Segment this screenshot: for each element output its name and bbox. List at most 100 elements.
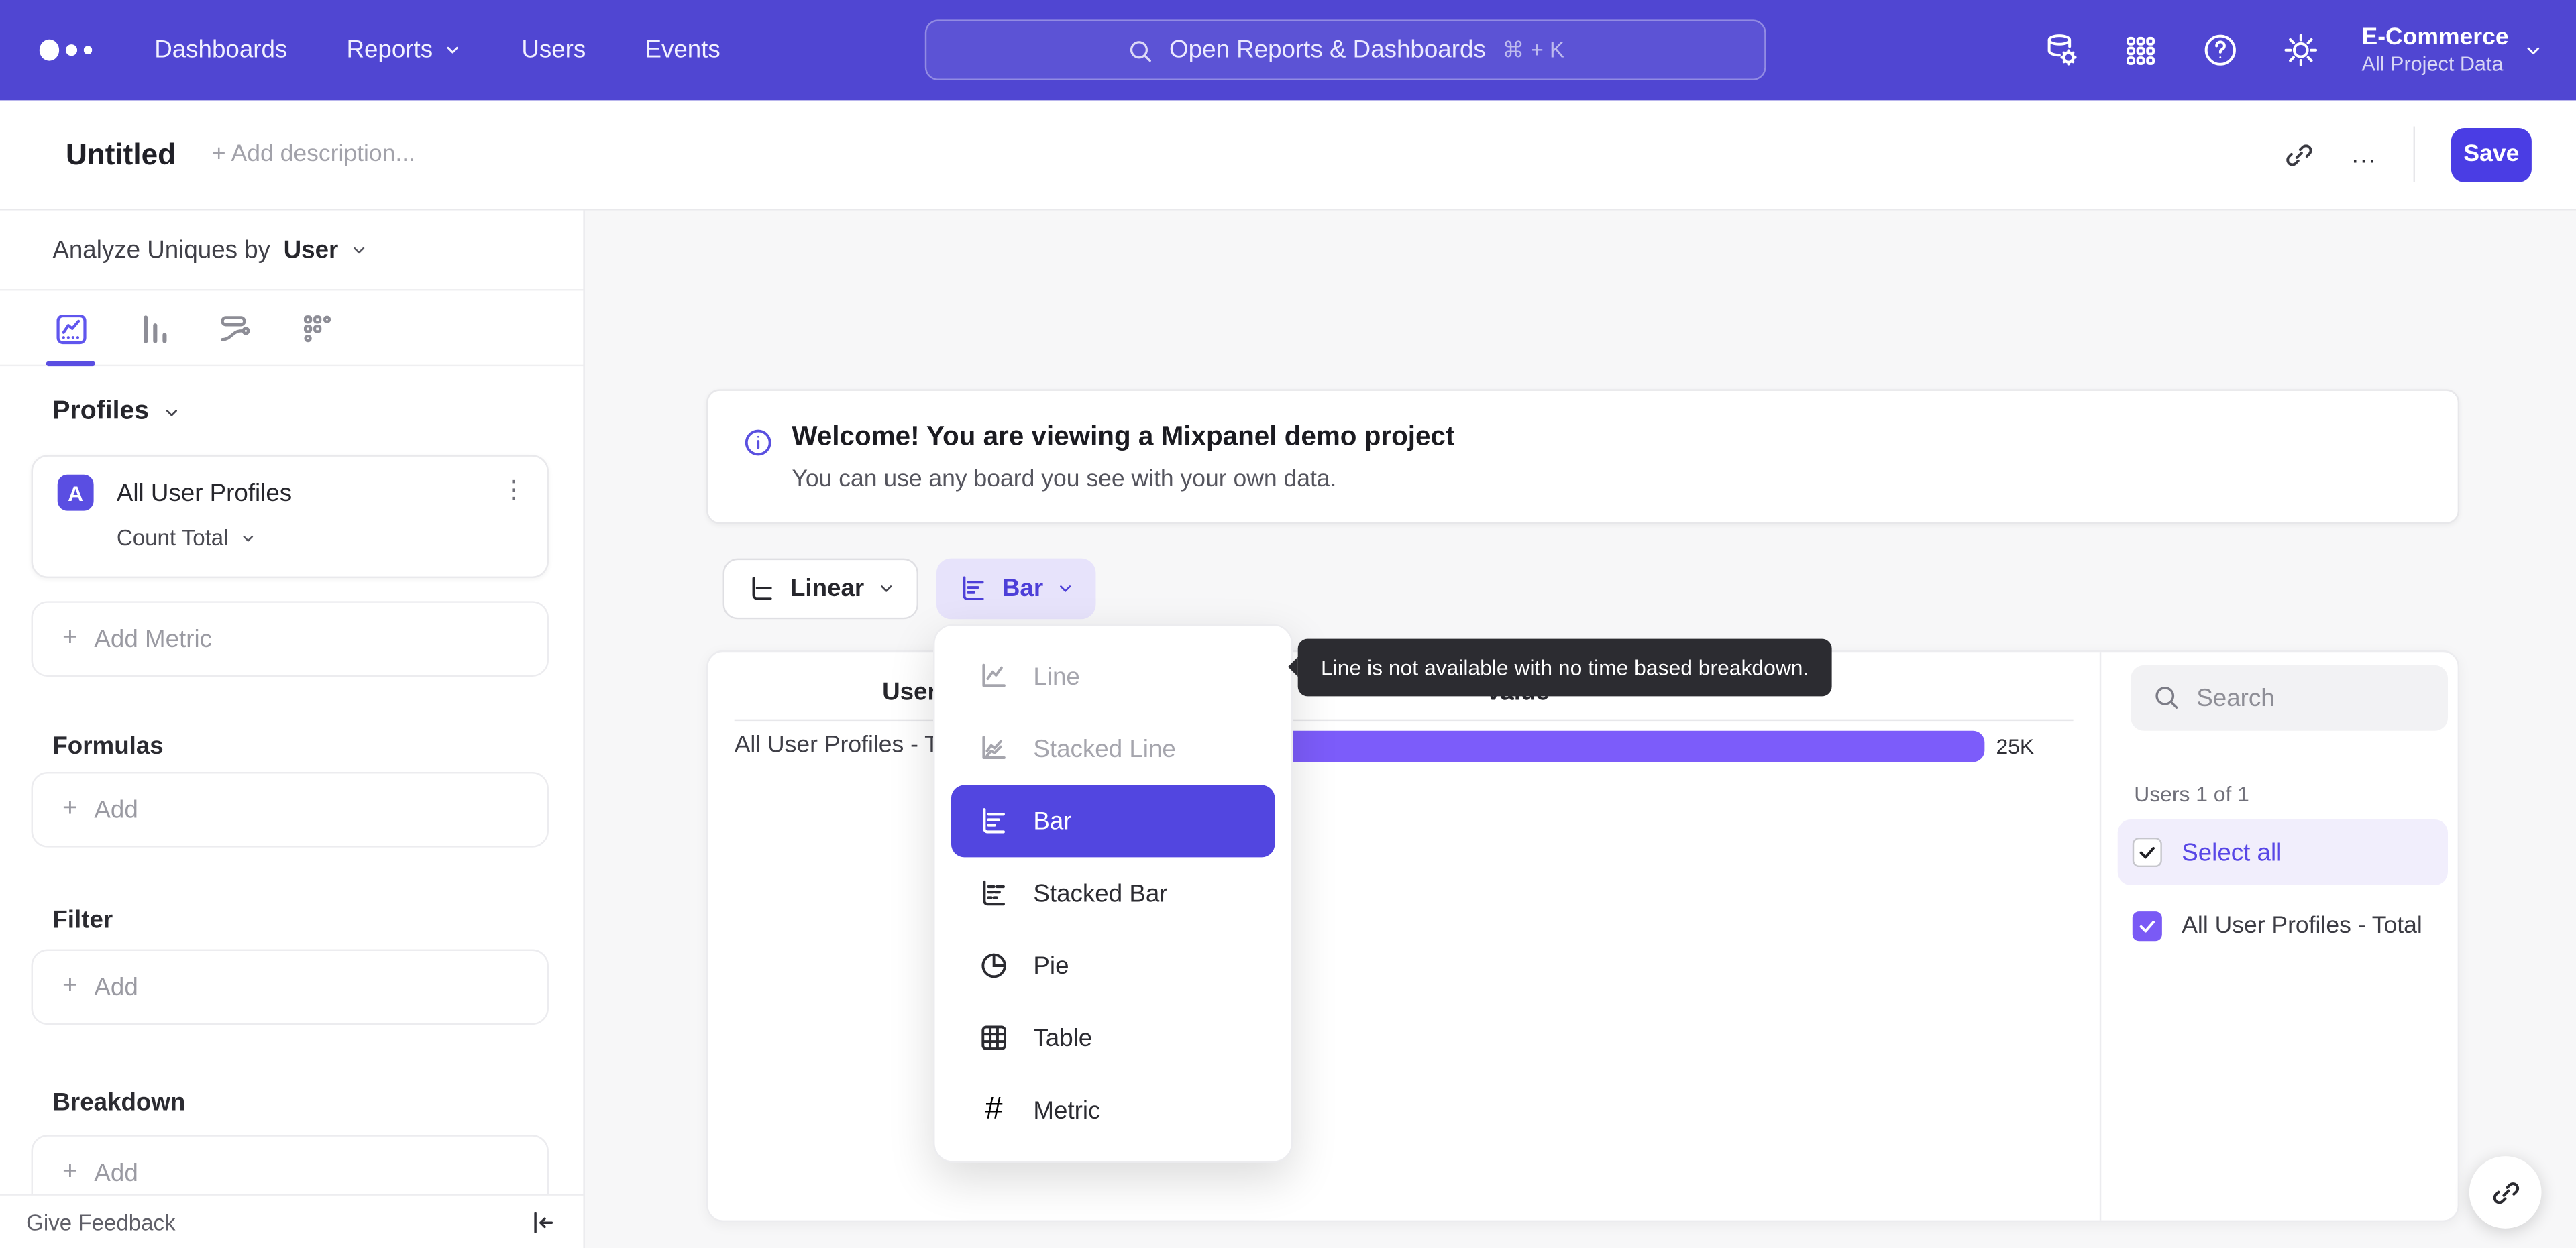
legend-search-input[interactable] (2131, 665, 2448, 731)
line-disabled-tooltip: Line is not available with no time based… (1288, 638, 1832, 697)
metric-badge: A (57, 474, 94, 511)
nav-item-reports[interactable]: Reports (346, 36, 462, 64)
add-description-field[interactable]: + Add description... (212, 141, 415, 168)
scale-selector-button[interactable]: Linear (722, 558, 919, 620)
project-name: E-Commerce (2361, 23, 2509, 51)
add-formula-button[interactable]: + Add (31, 772, 549, 848)
report-canvas: Welcome! You are viewing a Mixpanel demo… (586, 210, 2576, 1248)
menu-item-table[interactable]: Table (951, 1002, 1275, 1074)
info-icon (743, 427, 774, 459)
metric-card[interactable]: A All User Profiles ⋮ Count Total (31, 455, 549, 579)
settings-gear-icon[interactable] (2282, 32, 2319, 69)
chevron-down-icon (240, 530, 256, 546)
chevron-down-icon (1057, 579, 1075, 598)
nav-item-users[interactable]: Users (521, 36, 586, 64)
aggregation-selector[interactable]: Count Total (116, 525, 256, 551)
series-checkbox[interactable] (2132, 911, 2162, 942)
project-info: E-Commerce All Project Data (2362, 22, 2509, 78)
banner-subtitle: You can use any board you see with your … (792, 466, 1337, 493)
sidebar-footer: Give Feedback (0, 1194, 584, 1248)
plus-icon: + (62, 972, 78, 1001)
save-button[interactable]: Save (2451, 127, 2532, 182)
demo-banner: Welcome! You are viewing a Mixpanel demo… (706, 389, 2460, 524)
stacked-line-chart-icon (977, 732, 1010, 765)
tooltip-text: Line is not available with no time based… (1320, 655, 1809, 680)
global-search[interactable]: Open Reports & Dashboards ⌘ + K (924, 19, 1766, 81)
select-all-label: Select all (2182, 838, 2282, 866)
more-options-button[interactable]: ... (2352, 140, 2377, 168)
menu-item-bar[interactable]: Bar (951, 785, 1275, 858)
legend-item-row[interactable]: All User Profiles - Total (2118, 893, 2448, 959)
nav-label: Users (521, 36, 586, 64)
metric-name[interactable]: All User Profiles (117, 479, 292, 508)
bar-chart-icon (958, 573, 989, 605)
menu-item-label: Bar (1033, 807, 1072, 836)
analyze-row: Analyze Uniques by User (0, 210, 584, 291)
add-breakdown-label: Add (94, 1158, 138, 1187)
legend-count: Users 1 of 1 (2134, 781, 2249, 807)
report-type-tabs (0, 290, 584, 367)
report-title[interactable]: Untitled (66, 137, 176, 171)
hash-icon: # (985, 1092, 1003, 1127)
menu-item-metric[interactable]: # Metric (951, 1074, 1275, 1147)
plus-icon: + (62, 1157, 78, 1186)
chevron-down-icon (350, 241, 368, 259)
add-formula-label: Add (94, 795, 138, 824)
menu-item-label: Table (1033, 1023, 1093, 1052)
nav-item-events[interactable]: Events (645, 36, 720, 64)
search-icon (1126, 37, 1152, 63)
copy-link-icon[interactable] (2284, 139, 2316, 170)
profiles-section-header[interactable]: Profiles (52, 398, 180, 427)
mixpanel-logo[interactable] (39, 39, 112, 61)
menu-item-stacked-bar[interactable]: Stacked Bar (951, 857, 1275, 929)
chevron-down-icon (162, 403, 180, 421)
project-switcher[interactable]: E-Commerce All Project Data (2362, 22, 2543, 78)
tooltip-arrow (1288, 657, 1298, 677)
link-icon (2489, 1177, 2521, 1208)
add-metric-button[interactable]: + Add Metric (31, 601, 549, 677)
add-metric-label: Add Metric (94, 624, 213, 653)
collapse-sidebar-icon[interactable] (529, 1208, 557, 1236)
query-builder-sidebar: Analyze Uniques by User Profiles A All U… (0, 210, 585, 1248)
give-feedback-link[interactable]: Give Feedback (26, 1210, 175, 1235)
flows-icon (216, 310, 254, 347)
scale-label: Linear (790, 575, 865, 603)
funnels-bars-icon (134, 310, 172, 347)
profiles-header-label: Profiles (52, 397, 150, 426)
add-filter-button[interactable]: + Add (31, 949, 549, 1025)
tab-insights[interactable] (49, 307, 92, 350)
menu-item-pie[interactable]: Pie (951, 929, 1275, 1002)
table-icon (977, 1021, 1010, 1054)
add-filter-label: Add (94, 973, 138, 1001)
tab-funnels[interactable] (131, 307, 174, 350)
menu-item-label: Line (1033, 663, 1080, 691)
select-all-checkbox[interactable] (2132, 837, 2162, 868)
menu-item-stacked-line[interactable]: Stacked Line (951, 713, 1275, 785)
nav-label: Dashboards (154, 36, 288, 64)
nav-right-cluster: E-Commerce All Project Data (2041, 22, 2543, 78)
search-shortcut: ⌘ + K (1502, 37, 1565, 62)
share-link-fab[interactable] (2469, 1156, 2542, 1229)
tab-retention[interactable] (296, 307, 339, 350)
kebab-menu-icon[interactable]: ⋮ (501, 475, 526, 504)
apps-grid-icon[interactable] (2122, 32, 2158, 68)
aggregation-label: Count Total (116, 525, 229, 551)
chevron-down-icon (444, 41, 462, 59)
primary-nav: Dashboards Reports Users Events (154, 36, 720, 64)
data-management-icon[interactable] (2041, 32, 2079, 69)
menu-item-line[interactable]: Line (951, 640, 1275, 713)
select-all-row[interactable]: Select all (2117, 819, 2448, 886)
legend-search (2131, 665, 2448, 731)
tab-flows[interactable] (213, 307, 256, 350)
help-icon[interactable] (2201, 32, 2239, 69)
legend-divider (2099, 652, 2102, 1221)
analyze-entity-selector[interactable]: User (284, 235, 339, 264)
nav-item-dashboards[interactable]: Dashboards (154, 36, 287, 64)
chart-type-button[interactable]: Bar (936, 558, 1096, 620)
mixpanel-app: Dashboards Reports Users Events Open Rep… (0, 0, 2576, 1248)
chart-type-menu: Line Stacked Line Bar Stacked Bar Pie Ta… (933, 624, 1293, 1163)
stacked-bar-chart-icon (977, 877, 1010, 910)
toolbar-actions: ... Save (2284, 126, 2532, 182)
bar-value-label: 25K (1996, 734, 2035, 759)
bar-chart-icon (977, 805, 1010, 838)
